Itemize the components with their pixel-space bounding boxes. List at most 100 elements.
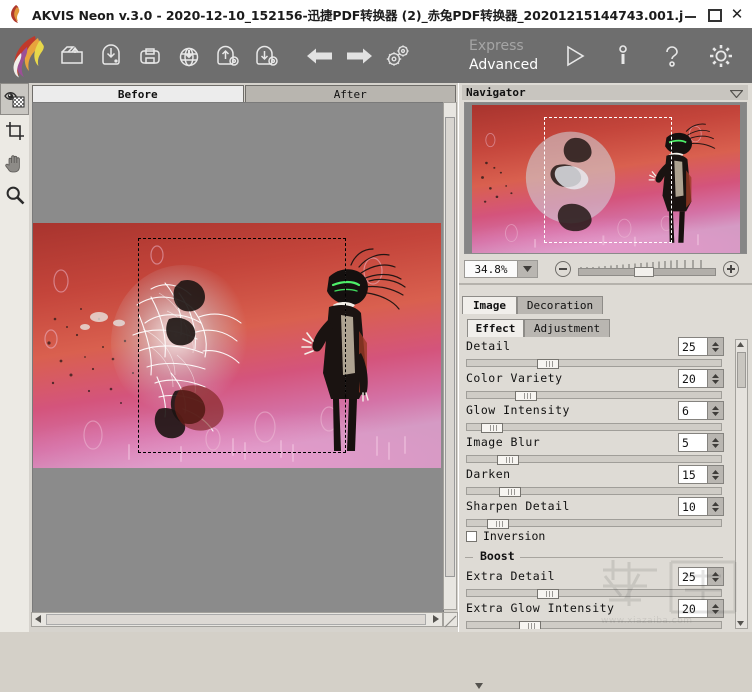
- spinner-glow-intensity[interactable]: 6: [678, 401, 724, 420]
- akvis-neon-window: AKVIS Neon v.3.0 - 2020-12-10_152156-迅捷P…: [0, 0, 752, 632]
- save-settings-button[interactable]: [247, 33, 286, 79]
- quick-preview-tool[interactable]: [0, 83, 29, 115]
- navigator-thumbnail: [472, 105, 740, 253]
- spinner-value-darken[interactable]: 15: [678, 465, 708, 484]
- hand-tool[interactable]: [0, 147, 29, 179]
- panel-scroll-up-arrow[interactable]: [735, 339, 746, 350]
- spinner-value-extra-detail[interactable]: 25: [678, 567, 708, 586]
- save-image-button[interactable]: [91, 33, 130, 79]
- load-settings-button[interactable]: [208, 33, 247, 79]
- publish-image-button[interactable]: [169, 33, 208, 79]
- tab-adjustment[interactable]: Adjustment: [524, 319, 610, 337]
- mode-advanced-label[interactable]: Advanced: [469, 56, 538, 75]
- spinner-value-detail[interactable]: 25: [678, 337, 708, 356]
- tab-decoration[interactable]: Decoration: [517, 296, 603, 314]
- crop-tool[interactable]: [0, 115, 29, 147]
- slider-track-sharpen-detail[interactable]: [466, 519, 722, 527]
- zoom-in-button[interactable]: [723, 261, 739, 277]
- slider-thumb-color-variety[interactable]: [515, 391, 537, 401]
- image-viewport[interactable]: [32, 102, 444, 614]
- navigator-preview[interactable]: [464, 102, 747, 254]
- slider-track-darken[interactable]: [466, 487, 722, 495]
- spinner-value-color-variety[interactable]: 20: [678, 369, 708, 388]
- title-bar: AKVIS Neon v.3.0 - 2020-12-10_152156-迅捷P…: [0, 0, 752, 29]
- tab-before[interactable]: Before: [32, 85, 244, 103]
- spinner-value-sharpen-detail[interactable]: 10: [678, 497, 708, 516]
- slider-thumb-detail[interactable]: [537, 359, 559, 369]
- zoom-slider[interactable]: [578, 260, 716, 278]
- scroll-right-arrow[interactable]: [430, 613, 442, 625]
- zoom-out-button[interactable]: [555, 261, 571, 277]
- spinner-darken[interactable]: 15: [678, 465, 724, 484]
- slider-track-color-variety[interactable]: [466, 391, 722, 399]
- spinner-extra-glow-intensity[interactable]: 20: [678, 599, 724, 618]
- info-button[interactable]: [603, 33, 642, 79]
- navigator-viewport-rect[interactable]: [544, 117, 672, 243]
- spinner-arrows-darken[interactable]: [708, 465, 724, 484]
- print-button[interactable]: [130, 33, 169, 79]
- mode-switcher[interactable]: Express Advanced: [469, 37, 538, 75]
- zoom-slider-thumb[interactable]: [634, 267, 654, 277]
- inversion-checkbox[interactable]: [466, 531, 477, 542]
- batch-processing-button[interactable]: [378, 33, 417, 79]
- close-button[interactable]: ✕: [730, 7, 744, 21]
- spinner-arrows-extra-detail[interactable]: [708, 567, 724, 586]
- zoom-tool[interactable]: [0, 179, 29, 211]
- spinner-extra-detail[interactable]: 25: [678, 567, 724, 586]
- canvas-horizontal-scrollbar[interactable]: [31, 612, 443, 627]
- run-button[interactable]: [554, 33, 593, 79]
- slider-track-extra-glow-intensity[interactable]: [466, 621, 722, 629]
- scroll-left-arrow[interactable]: [32, 613, 44, 625]
- undo-button[interactable]: [300, 33, 339, 79]
- canvas-vertical-scrollbar[interactable]: [443, 102, 457, 610]
- slider-thumb-darken[interactable]: [499, 487, 521, 497]
- minimize-button[interactable]: [684, 7, 698, 21]
- maximize-button[interactable]: [707, 7, 721, 21]
- horizontal-scroll-thumb[interactable]: [46, 614, 426, 625]
- redo-button[interactable]: [339, 33, 378, 79]
- slider-label-color-variety: Color Variety: [466, 371, 563, 385]
- boost-group-label: Boost: [476, 549, 519, 563]
- preferences-button[interactable]: [701, 33, 740, 79]
- panel-scroll-thumb[interactable]: [737, 352, 746, 388]
- mode-express-label[interactable]: Express: [469, 37, 538, 56]
- navigator-header: Navigator: [462, 85, 748, 100]
- chevron-down-icon[interactable]: [730, 83, 743, 102]
- slider-thumb-extra-detail[interactable]: [537, 589, 559, 599]
- help-button[interactable]: [652, 33, 691, 79]
- chevron-down-icon[interactable]: [517, 261, 537, 277]
- spinner-detail[interactable]: 25: [678, 337, 724, 356]
- spinner-value-glow-intensity[interactable]: 6: [678, 401, 708, 420]
- window-resize-grip[interactable]: [443, 612, 458, 627]
- scroll-down-arrow[interactable]: [473, 680, 485, 692]
- panel-sub-tabs: Effect Adjustment: [467, 319, 748, 337]
- tab-after[interactable]: After: [245, 85, 457, 103]
- panel-vertical-scrollbar[interactable]: [735, 339, 748, 629]
- spinner-arrows-detail[interactable]: [708, 337, 724, 356]
- spinner-arrows-glow-intensity[interactable]: [708, 401, 724, 420]
- panel-scroll-down-arrow[interactable]: [735, 618, 746, 629]
- spinner-sharpen-detail[interactable]: 10: [678, 497, 724, 516]
- zoom-level-combo[interactable]: 34.8%: [464, 260, 538, 278]
- slider-thumb-glow-intensity[interactable]: [481, 423, 503, 433]
- slider-thumb-sharpen-detail[interactable]: [487, 519, 509, 529]
- slider-thumb-image-blur[interactable]: [497, 455, 519, 465]
- preview-selection-rect[interactable]: [138, 238, 346, 453]
- spinner-arrows-extra-glow-intensity[interactable]: [708, 599, 724, 618]
- spinner-value-extra-glow-intensity[interactable]: 20: [678, 599, 708, 618]
- vertical-scroll-thumb[interactable]: [445, 117, 455, 577]
- open-image-button[interactable]: [52, 33, 91, 79]
- spinner-value-image-blur[interactable]: 5: [678, 433, 708, 452]
- spinner-arrows-color-variety[interactable]: [708, 369, 724, 388]
- slider-track-extra-detail[interactable]: [466, 589, 722, 597]
- slider-track-detail[interactable]: [466, 359, 722, 367]
- slider-track-glow-intensity[interactable]: [466, 423, 722, 431]
- tab-image[interactable]: Image: [462, 296, 517, 314]
- spinner-arrows-image-blur[interactable]: [708, 433, 724, 452]
- spinner-color-variety[interactable]: 20: [678, 369, 724, 388]
- slider-thumb-extra-glow-intensity[interactable]: [519, 621, 541, 629]
- tab-effect[interactable]: Effect: [467, 319, 524, 337]
- spinner-image-blur[interactable]: 5: [678, 433, 724, 452]
- slider-track-image-blur[interactable]: [466, 455, 722, 463]
- spinner-arrows-sharpen-detail[interactable]: [708, 497, 724, 516]
